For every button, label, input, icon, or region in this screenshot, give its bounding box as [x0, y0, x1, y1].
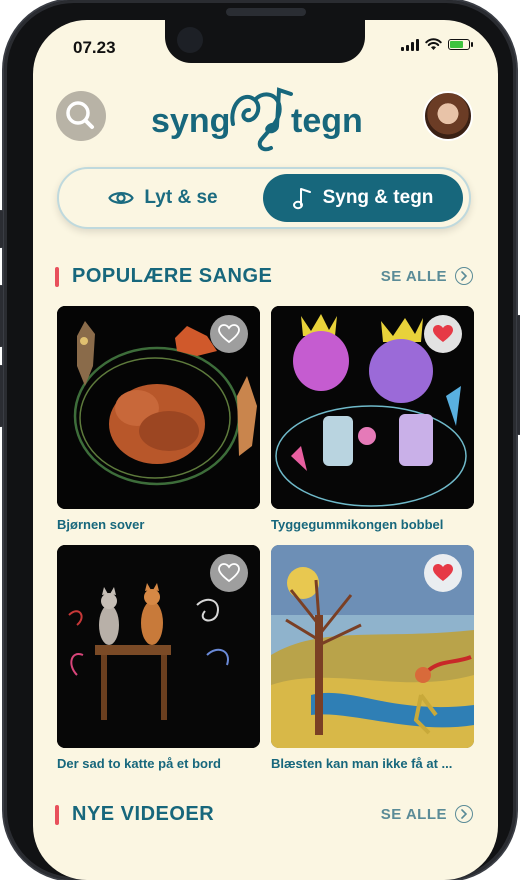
tab-lyt-label: Lyt & se [144, 187, 218, 208]
tab-syng-label: Syng & tegn [322, 187, 434, 208]
phone-frame: 07.23 syng tegn Lyt & se Syng & tegn POP… [0, 0, 520, 880]
favorite-button[interactable] [424, 315, 462, 353]
status-time: 07.23 [73, 38, 116, 57]
song-card[interactable]: Bjørnen sover [57, 306, 260, 532]
search-icon [66, 101, 94, 129]
search-button[interactable] [56, 91, 106, 141]
mode-toggle: Lyt & se Syng & tegn [57, 167, 471, 229]
heart-filled-icon [433, 325, 453, 342]
song-title: Der sad to katte på et bord [57, 756, 221, 771]
chevron-right-icon [455, 267, 473, 285]
see-all-videos-link[interactable]: SE ALLE [381, 805, 473, 823]
chevron-right-icon [455, 805, 473, 823]
volume-down-button [0, 365, 3, 427]
see-all-popular-link[interactable]: SE ALLE [381, 267, 473, 285]
heart-outline-icon [218, 324, 240, 344]
favorite-button[interactable] [424, 554, 462, 592]
status-icons [401, 38, 473, 51]
logo-text-right: tegn [291, 102, 363, 140]
see-all-label: SE ALLE [380, 267, 447, 285]
volume-up-button [0, 285, 3, 347]
song-thumbnail [57, 545, 260, 748]
see-all-label: SE ALLE [380, 805, 447, 823]
logo-ear-hand-icon [230, 92, 282, 152]
cellular-signal-icon [401, 38, 419, 51]
song-thumbnail [271, 306, 474, 509]
song-card[interactable]: Der sad to katte på et bord [57, 545, 260, 771]
eye-icon [108, 192, 135, 204]
app-logo[interactable]: syng tegn [151, 78, 371, 158]
music-note-icon [292, 188, 311, 210]
heart-outline-icon [218, 563, 240, 583]
song-thumbnail [271, 545, 474, 748]
favorite-button[interactable] [210, 315, 248, 353]
section-accent-bar [55, 805, 59, 825]
profile-avatar[interactable] [423, 91, 473, 141]
new-videos-header: NYE VIDEOER SE ALLE [55, 803, 473, 829]
section-title: NYE VIDEOER [72, 803, 215, 825]
song-title: Bjørnen sover [57, 517, 145, 532]
song-title: Blæsten kan man ikke få at ... [271, 756, 453, 771]
song-card[interactable]: Tyggegummikongen bobbel [271, 306, 474, 532]
camera-notch [165, 20, 365, 63]
earpiece-speaker [226, 8, 306, 16]
heart-filled-icon [433, 564, 453, 581]
mute-switch [0, 210, 3, 248]
favorite-button[interactable] [210, 554, 248, 592]
song-thumbnail [57, 306, 260, 509]
song-title: Tyggegummikongen bobbel [271, 517, 444, 532]
battery-charging-icon [448, 39, 473, 50]
tab-lyt-og-se[interactable]: Lyt & se [65, 174, 261, 222]
song-card[interactable]: Blæsten kan man ikke få at ... [271, 545, 474, 771]
wifi-icon [425, 38, 442, 50]
app-screen: 07.23 syng tegn Lyt & se Syng & tegn POP… [33, 20, 498, 880]
popular-songs-header: POPULÆRE SANGE SE ALLE [55, 265, 473, 291]
tab-syng-og-tegn[interactable]: Syng & tegn [263, 174, 463, 222]
section-accent-bar [55, 267, 59, 287]
logo-text-left: syng [151, 102, 230, 140]
section-title: POPULÆRE SANGE [72, 265, 273, 287]
